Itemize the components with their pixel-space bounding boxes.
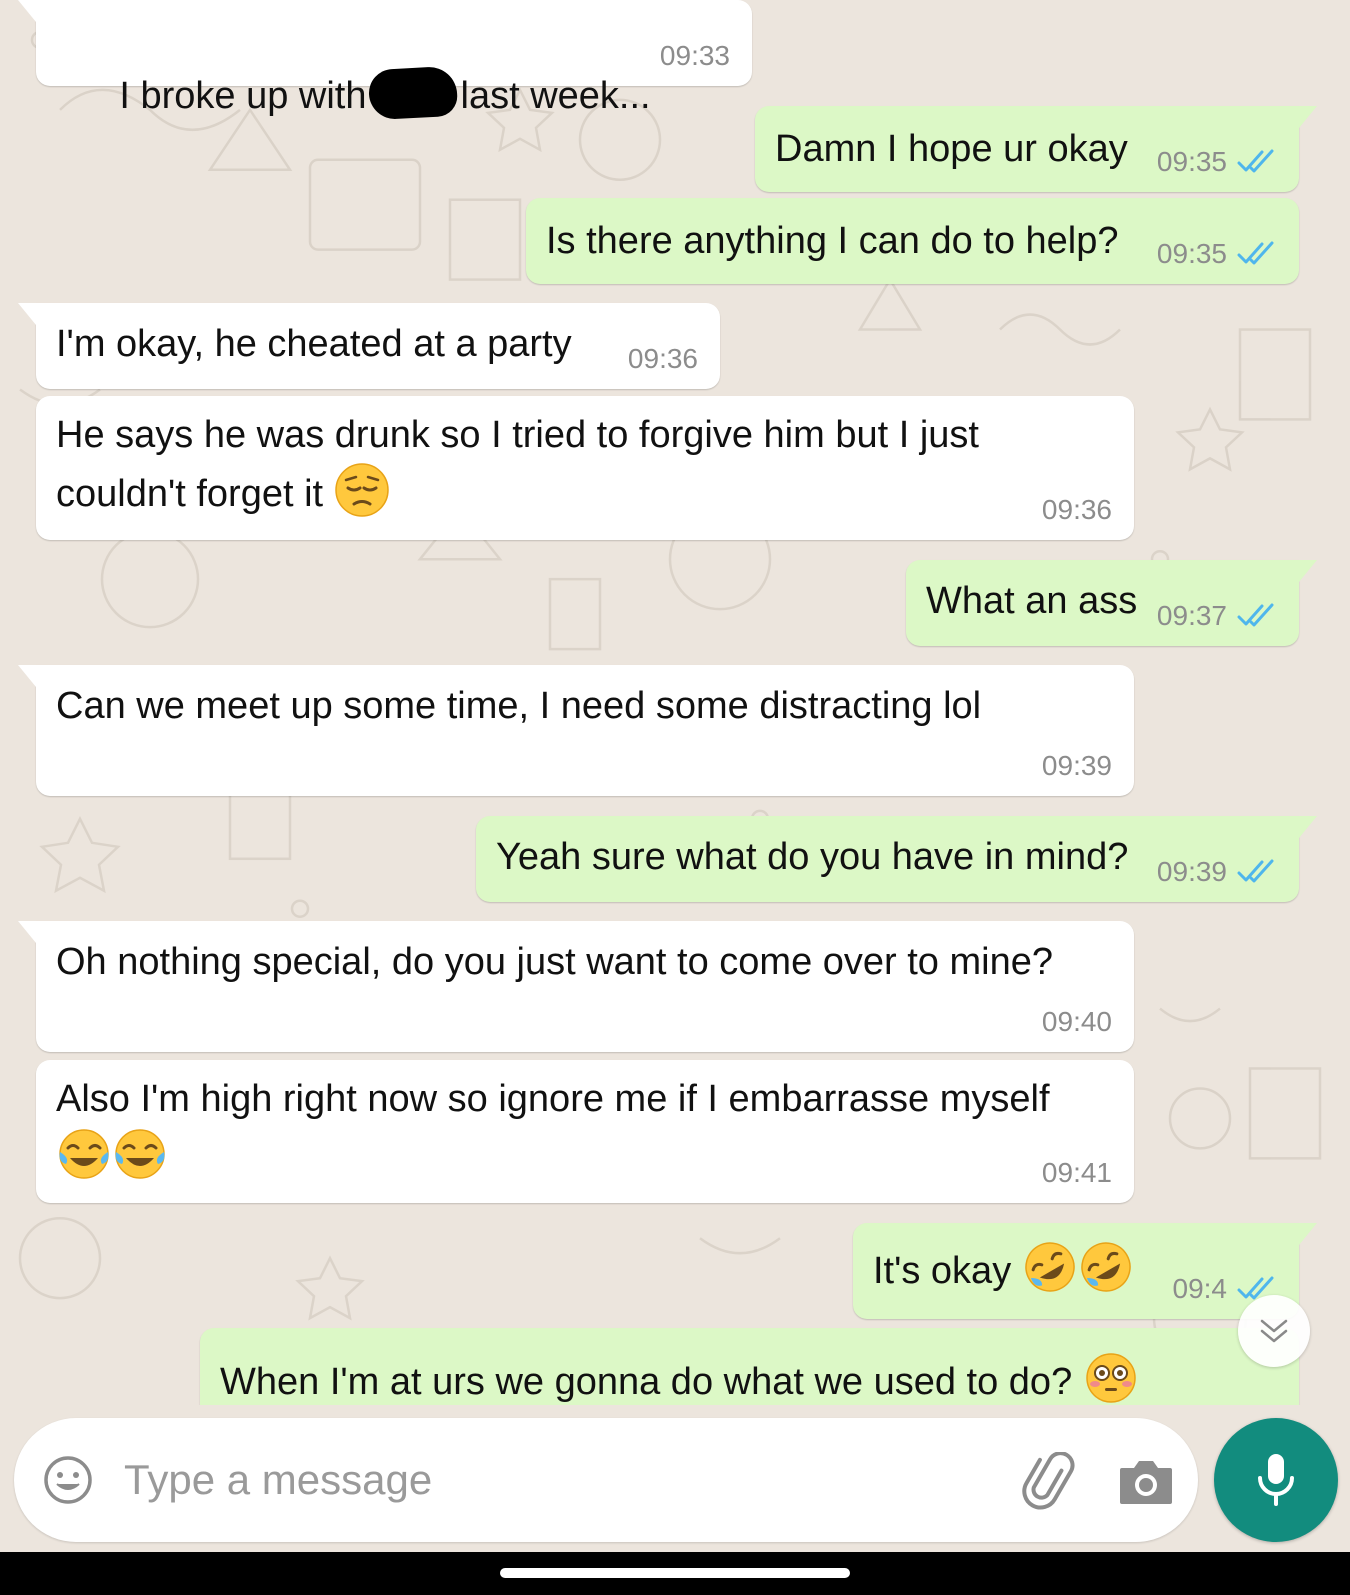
- tears-of-joy-icon: [59, 1129, 109, 1179]
- message-time: 09:39: [1156, 856, 1227, 887]
- camera-icon[interactable]: [1118, 1456, 1174, 1506]
- flushed-face-icon: [1086, 1353, 1136, 1403]
- message-time: 09:40: [1041, 1006, 1112, 1037]
- message-time: 09:39: [1041, 750, 1112, 781]
- message-time: 09:35: [1156, 146, 1227, 177]
- message-incoming[interactable]: Oh nothing special, do you just want to …: [18, 921, 1134, 1052]
- read-ticks-icon: [1237, 149, 1274, 173]
- message-outgoing[interactable]: When I'm at urs we gonna do what we used…: [200, 1328, 1299, 1405]
- message-time: 09:35: [1156, 238, 1227, 269]
- read-ticks-icon: [1237, 603, 1274, 627]
- message-composer: [14, 1418, 1198, 1542]
- pensive-face-icon: [334, 463, 389, 517]
- double-chevron-down-icon: [1260, 1319, 1288, 1343]
- message-text: When I'm at urs we gonna do what we used…: [220, 1350, 1279, 1405]
- message-meta: 09:35: [1157, 146, 1277, 178]
- message-time: 09:36: [627, 343, 698, 374]
- message-incoming[interactable]: Can we meet up some time, I need some di…: [18, 665, 1134, 796]
- message-meta: 09:37: [1157, 600, 1277, 632]
- message-text-part: He says he was drunk so I tried to forgi…: [56, 414, 990, 515]
- message-text: Oh nothing special, do you just want to …: [56, 941, 1053, 983]
- message-meta: 09:35: [1157, 238, 1277, 270]
- read-ticks-icon: [1237, 859, 1274, 883]
- attach-icon[interactable]: [1020, 1452, 1080, 1512]
- scroll-to-bottom-button[interactable]: [1238, 1295, 1310, 1367]
- rofl-icon: [1081, 1242, 1131, 1292]
- message-list[interactable]: I broke up with last week... 09:33 Damn I…: [0, 0, 1350, 1405]
- message-incoming[interactable]: Also I'm high right now so ignore me if …: [36, 1060, 1134, 1203]
- message-meta: 09:36: [1042, 494, 1112, 526]
- message-meta: 09:39: [1042, 750, 1112, 782]
- message-outgoing[interactable]: What an ass 09:37: [906, 560, 1317, 646]
- message-time: 09:37: [1156, 600, 1227, 631]
- message-text-part: last week...: [460, 75, 651, 117]
- message-incoming[interactable]: He says he was drunk so I tried to forgi…: [36, 396, 1134, 540]
- message-meta: 09:36: [628, 343, 698, 375]
- message-text: I broke up with last week...: [56, 14, 732, 177]
- voice-record-button[interactable]: [1214, 1418, 1338, 1542]
- message-input[interactable]: [124, 1450, 984, 1510]
- message-outgoing[interactable]: It's okay 09:4: [853, 1223, 1317, 1319]
- smile-icon[interactable]: [42, 1454, 94, 1506]
- message-outgoing[interactable]: Yeah sure what do you have in mind? 09:3…: [476, 816, 1317, 902]
- message-incoming[interactable]: I'm okay, he cheated at a party 09:36: [18, 303, 720, 389]
- message-text: Also I'm high right now so ignore me if …: [56, 1072, 1094, 1185]
- message-time: 09:33: [659, 40, 730, 71]
- rofl-icon: [1025, 1242, 1075, 1292]
- message-text-part: I broke up with: [119, 75, 367, 117]
- message-meta: 09:40: [1042, 1006, 1112, 1038]
- message-time: 09:4: [1172, 1273, 1228, 1304]
- message-text: I'm okay, he cheated at a party: [56, 323, 572, 365]
- message-text-part: It's okay: [873, 1250, 1012, 1292]
- read-ticks-icon: [1237, 241, 1274, 265]
- message-incoming[interactable]: I broke up with last week... 09:33: [18, 0, 752, 121]
- message-text-part: Also I'm high right now so ignore me if …: [56, 1078, 1050, 1120]
- message-meta: 09:41: [1042, 1157, 1112, 1189]
- message-time: 09:41: [1041, 1157, 1112, 1188]
- message-text: Can we meet up some time, I need some di…: [56, 685, 982, 727]
- mic-icon: [1258, 1454, 1294, 1506]
- message-outgoing[interactable]: Is there anything I can do to help? 09:3…: [526, 198, 1299, 284]
- message-meta: 09:39: [1157, 856, 1277, 888]
- message-text-part: When I'm at urs we gonna do what we used…: [220, 1361, 1073, 1403]
- message-meta: 09:33: [660, 40, 730, 72]
- message-text: He says he was drunk so I tried to forgi…: [56, 408, 1054, 521]
- message-time: 09:36: [1041, 494, 1112, 525]
- message-outgoing[interactable]: Damn I hope ur okay 09:35: [755, 106, 1317, 192]
- home-gesture-handle[interactable]: [500, 1568, 850, 1578]
- tears-of-joy-icon: [115, 1129, 165, 1179]
- redacted-name: [367, 65, 458, 121]
- system-nav-bar: [0, 1552, 1350, 1595]
